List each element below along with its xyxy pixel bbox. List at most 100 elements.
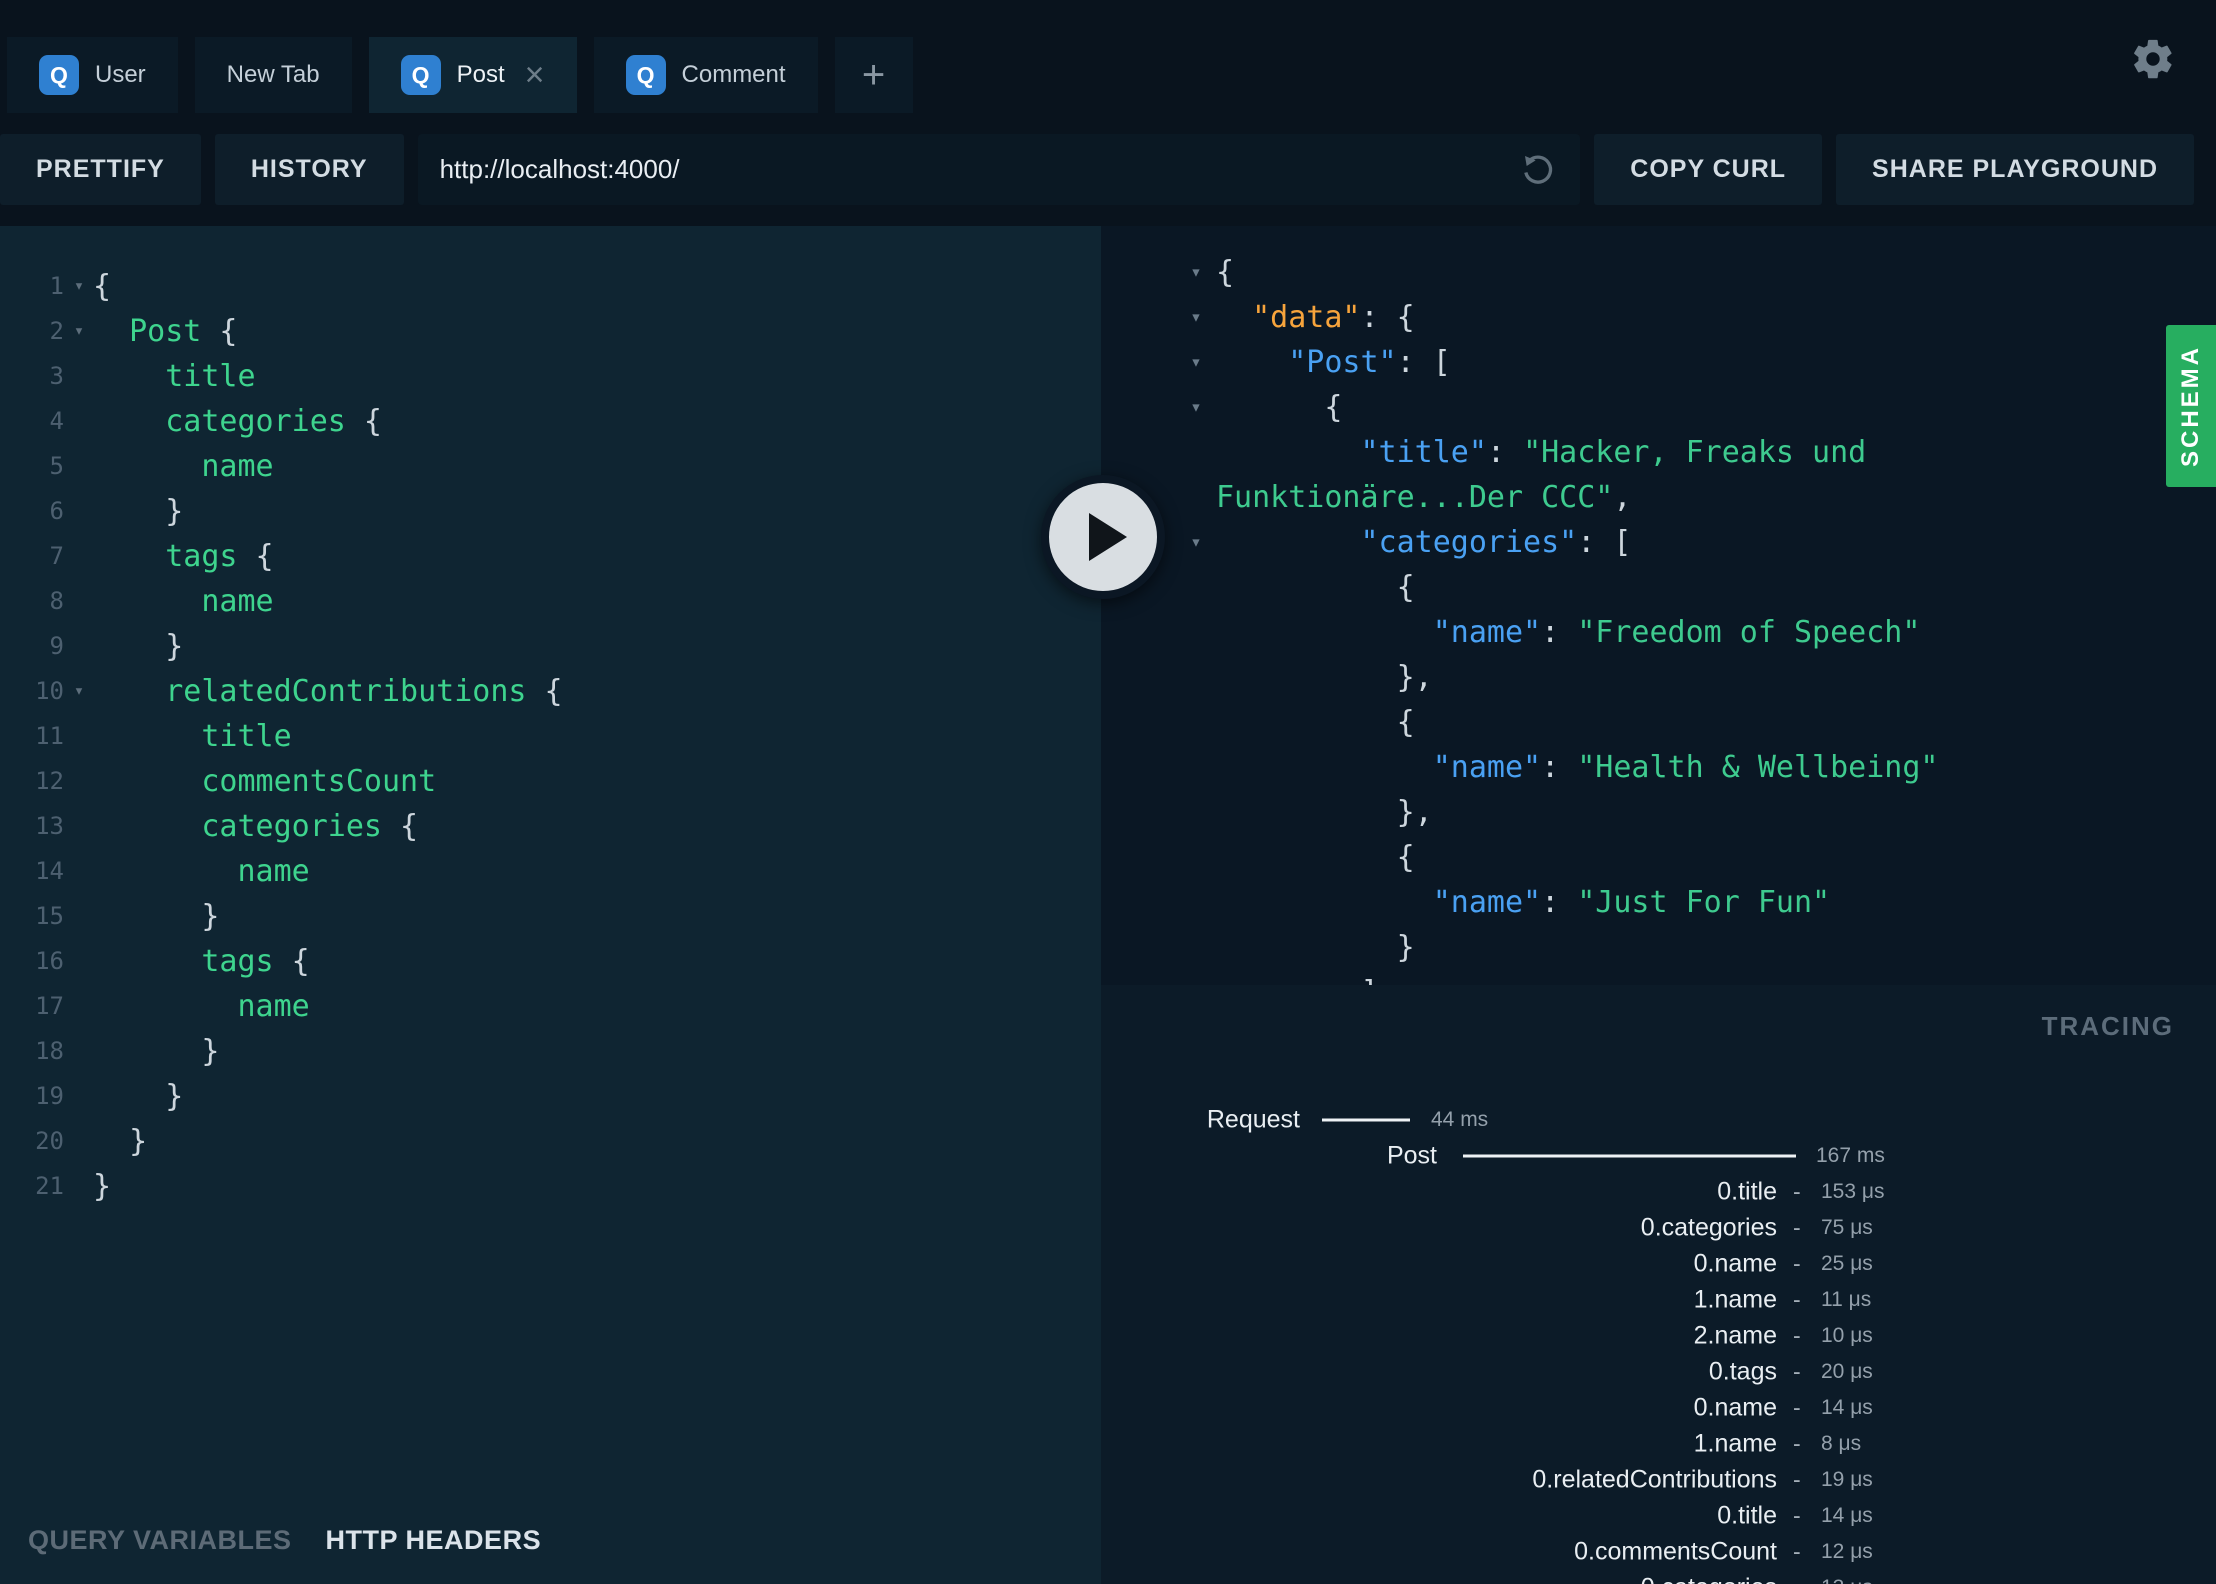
share-playground-button[interactable]: SHARE PLAYGROUND	[1836, 134, 2194, 205]
schema-sidebar-tab[interactable]: SCHEMA	[2166, 325, 2216, 487]
tracing-rows: Request 44 ms Post 167 ms 0.title -153 μs 0.ca…	[1101, 985, 2216, 1584]
graphql-playground: Q User New Tab Q Post × Q Comment + PRETTIFY HI…	[0, 0, 2216, 1584]
trace-dash: -	[1793, 1178, 1801, 1205]
query-code: 1 ▾{2 ▾ Post {3 title 4 categories {5 name 6…	[0, 226, 1101, 1209]
query-line[interactable]: 11 title	[0, 714, 1101, 759]
trace-time: 11 μs	[1821, 1288, 1872, 1311]
trace-time: 44 ms	[1431, 1108, 1489, 1131]
line-number: 20	[35, 1127, 64, 1155]
tab-label: User	[95, 61, 146, 88]
query-line[interactable]: 21}	[0, 1164, 1101, 1209]
query-line[interactable]: 15 }	[0, 894, 1101, 939]
settings-gear-icon[interactable]	[2130, 36, 2176, 82]
line-number: 19	[35, 1082, 64, 1110]
query-line[interactable]: 17 name	[0, 984, 1101, 1029]
prettify-button[interactable]: PRETTIFY	[0, 134, 201, 205]
trace-dash: -	[1793, 1538, 1801, 1565]
query-line[interactable]: 20 }	[0, 1119, 1101, 1164]
line-number: 10	[35, 677, 64, 705]
fold-arrow-icon[interactable]: ▾	[1181, 340, 1211, 385]
line-number: 11	[35, 722, 64, 750]
line-number: 17	[35, 992, 64, 1020]
line-number: 1	[49, 272, 64, 300]
query-line[interactable]: 8 name	[0, 579, 1101, 624]
trace-row-label: 0.commentsCount	[1574, 1537, 1777, 1566]
trace-time: 75 μs	[1821, 1216, 1873, 1239]
fold-arrow-icon[interactable]: ▾	[1181, 250, 1211, 295]
tab-label: Comment	[681, 61, 786, 88]
query-line[interactable]: 9 }	[0, 624, 1101, 669]
tab-list: Q User New Tab Q Post × Q Comment	[7, 37, 818, 113]
line-number: 13	[35, 812, 64, 840]
query-line[interactable]: 18 }	[0, 1029, 1101, 1074]
copy-curl-button[interactable]: COPY CURL	[1594, 134, 1823, 205]
trace-row-label: Request	[1206, 1105, 1300, 1134]
line-number: 6	[49, 497, 64, 525]
new-tab-button[interactable]: +	[834, 37, 913, 113]
response-line: Funktionäre...Der CCC",	[1216, 480, 1632, 515]
query-line[interactable]: 2 ▾ Post {	[0, 309, 1101, 354]
trace-time: 153 μs	[1821, 1180, 1885, 1203]
editor-bottom-bar: QUERY VARIABLES HTTP HEADERS	[0, 1496, 1101, 1584]
query-line[interactable]: 6 }	[0, 489, 1101, 534]
trace-time: 14 μs	[1821, 1504, 1873, 1527]
trace-dash: -	[1793, 1214, 1801, 1241]
execute-query-button[interactable]	[1041, 475, 1165, 599]
query-badge-icon: Q	[625, 55, 666, 95]
trace-dash: -	[1793, 1502, 1801, 1529]
line-number: 16	[35, 947, 64, 975]
http-headers-button[interactable]: HTTP HEADERS	[326, 1525, 542, 1556]
query-line[interactable]: 3 title	[0, 354, 1101, 399]
fold-arrow-icon[interactable]: ▾	[66, 309, 92, 354]
trace-row-label: 0.title	[1717, 1177, 1777, 1206]
fold-arrow-icon[interactable]: ▾	[66, 264, 92, 309]
trace-duration-bar	[1322, 1118, 1410, 1122]
trace-time: 8 μs	[1821, 1432, 1862, 1455]
query-line[interactable]: 1 ▾{	[0, 264, 1101, 309]
tab-post[interactable]: Q Post ×	[368, 37, 577, 113]
reload-schema-icon[interactable]	[1518, 150, 1558, 190]
line-number: 18	[35, 1037, 64, 1065]
tracing-panel[interactable]: TRACING Request 44 ms Post 167 ms 0.title -15…	[1101, 985, 2216, 1584]
tab-user[interactable]: Q User	[7, 37, 178, 113]
query-line[interactable]: 5 name	[0, 444, 1101, 489]
trace-row-label: 1.name	[1693, 1285, 1777, 1314]
close-tab-icon[interactable]: ×	[525, 58, 545, 92]
history-button[interactable]: HISTORY	[214, 134, 404, 205]
fold-arrow-icon[interactable]: ▾	[1181, 520, 1211, 565]
query-editor-pane[interactable]: 1 ▾{2 ▾ Post {3 title 4 categories {5 name 6…	[0, 226, 1101, 1584]
response-pane[interactable]: ▾{▾ "data": {▾ "Post": [▾ { "title": "Ha…	[1101, 226, 2216, 985]
query-line[interactable]: 4 categories {	[0, 399, 1101, 444]
trace-dash: -	[1793, 1466, 1801, 1493]
main-area: 1 ▾{2 ▾ Post {3 title 4 categories {5 name 6…	[0, 226, 2216, 1584]
query-line[interactable]: 16 tags {	[0, 939, 1101, 984]
query-line[interactable]: 10 ▾ relatedContributions {	[0, 669, 1101, 714]
query-line[interactable]: 7 tags {	[0, 534, 1101, 579]
endpoint-url-input[interactable]	[439, 154, 1519, 185]
trace-dash: -	[1793, 1430, 1801, 1457]
trace-row-label: 0.relatedContributions	[1532, 1465, 1777, 1494]
response-line: "name": "Freedom of Speech"	[1432, 615, 1921, 650]
response-line: "name": "Just For Fun"	[1432, 885, 1831, 920]
line-number: 12	[35, 767, 64, 795]
trace-row-label: 0.categories	[1640, 1213, 1777, 1242]
line-number: 14	[35, 857, 64, 885]
trace-row-label: 0.tags	[1708, 1357, 1777, 1386]
query-line[interactable]: 12 commentsCount	[0, 759, 1101, 804]
fold-arrow-icon[interactable]: ▾	[1181, 385, 1211, 430]
response-line: {	[1396, 705, 1415, 740]
trace-row-label: 0.title	[1717, 1501, 1777, 1530]
query-line[interactable]: 14 name	[0, 849, 1101, 894]
query-variables-button[interactable]: QUERY VARIABLES	[28, 1525, 292, 1556]
line-number: 9	[49, 632, 64, 660]
response-line: {	[1396, 570, 1415, 605]
fold-arrow-icon[interactable]: ▾	[66, 669, 92, 714]
query-line[interactable]: 13 categories {	[0, 804, 1101, 849]
query-badge-icon: Q	[39, 55, 79, 95]
tab-new-tab[interactable]: New Tab	[194, 37, 352, 113]
query-line[interactable]: 19 }	[0, 1074, 1101, 1119]
line-number: 15	[35, 902, 64, 930]
play-icon	[1089, 513, 1127, 561]
fold-arrow-icon[interactable]: ▾	[1181, 295, 1211, 340]
tab-comment[interactable]: Q Comment	[593, 37, 818, 113]
